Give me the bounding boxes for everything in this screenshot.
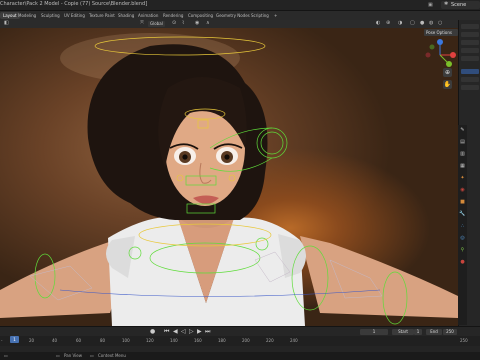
falloff-icon[interactable]: ∧ [206,20,210,26]
tab-uv-editing[interactable]: UV Editing [64,12,85,19]
ruler-tick: 240 [290,338,298,343]
timeline-header: ● ⏮ ◀ ◁ ▷ ▶ ⏭ 1 Start 1 End 250 [0,326,480,336]
zoom-icon[interactable]: ⊕ [443,68,452,77]
ruler-tick: 160 [194,338,202,343]
mouse-middle-icon: ▭ [56,353,60,358]
jump-end-icon[interactable]: ⏭ [205,328,210,336]
world-tab-icon[interactable]: ◉ [459,187,466,194]
ruler-tick: 140 [170,338,178,343]
pose-options-dropdown[interactable]: Pose Options [424,29,458,36]
scene-tab-icon[interactable]: ✦ [459,175,466,182]
object-tab-icon[interactable]: ■ [459,199,466,206]
ruler-tick: 60 [76,338,82,343]
particles-tab-icon[interactable]: ∴ [459,223,466,230]
scene-icon: ✱ [444,1,449,7]
ruler-tick: 180 [218,338,226,343]
viewport-header: ◧ ⤧ Global ⊙ ⌇ ◉ ∧ ◐ ⊕ ◑ ▢ ● ◍ ○ [0,20,458,28]
tool-tab-icon[interactable]: ✎ [459,127,466,134]
tab-scripting[interactable]: Scripting [251,12,269,19]
ruler-tick: 20 [29,338,35,343]
outliner-row[interactable] [461,85,479,90]
ruler-tick: 120 [146,338,154,343]
mouse-right-icon: ▭ [90,353,94,358]
current-frame-field[interactable]: 1 [360,329,388,335]
outliner-row[interactable] [461,24,479,29]
output-tab-icon[interactable]: ▥ [459,151,466,158]
visibility-icon[interactable]: ◐ [376,20,380,26]
bone-tab-icon[interactable]: ⚲ [459,247,466,254]
status-pan-view: Pan View [64,353,82,358]
tab-compositing[interactable]: Compositing [188,12,213,19]
prev-keyframe-icon[interactable]: ◀ [173,328,178,335]
start-frame-field[interactable]: 1 [414,329,422,335]
end-frame-label: End [426,329,442,335]
3d-viewport[interactable]: Pose Options ⊕ ✋ [0,28,458,326]
ruler-tick: 220 [266,338,274,343]
character-render [0,33,458,326]
end-frame-field[interactable]: 250 [443,329,457,335]
tab-texture-paint[interactable]: Texture Paint [89,12,115,19]
workspace-tabs: Layout Modeling Sculpting UV Editing Tex… [0,11,480,20]
record-icon[interactable]: ● [150,328,155,335]
outliner-row[interactable] [461,40,479,45]
navigation-gizmo[interactable] [423,38,457,72]
playhead[interactable]: 1 [10,336,19,343]
mouse-left-icon: ▭ [4,353,8,358]
xray-icon[interactable]: ▢ [410,20,415,26]
ruler-tick: - [1,338,3,343]
window-title: Character\Pack 2 Model - Copie (77) Sour… [0,1,148,7]
scene-label: Scene [451,2,467,8]
outliner-row[interactable] [461,56,479,61]
tab-sculpting[interactable]: Sculpting [41,12,60,19]
tab-shading[interactable]: Shading [118,12,134,19]
snap-icon[interactable]: ⌇ [182,20,184,26]
orientation-dropdown[interactable]: Global [148,21,165,27]
ruler-tick: 80 [100,338,106,343]
status-context-menu: Context Menu [98,353,126,358]
modifier-tab-icon[interactable]: 🔧 [459,211,466,218]
properties-tabs: ✎ ▤ ▥ ▦ ✦ ◉ ■ 🔧 ∴ ◎ ⚲ ● [458,125,467,325]
shading-material-icon[interactable]: ◍ [429,20,433,26]
camera-icon[interactable]: ▣ [428,2,433,8]
tab-layout[interactable]: Layout [0,12,20,19]
tab-modeling[interactable]: Modeling [18,12,36,19]
frame-ruler[interactable]: - 20 40 60 80 100 120 140 160 180 200 22… [0,336,480,346]
overlay-icon[interactable]: ◑ [398,20,402,26]
scene-selector[interactable]: ✱ Scene [441,1,480,9]
ruler-tick: 200 [242,338,250,343]
add-workspace-button[interactable]: + [274,12,277,19]
title-bar: Character\Pack 2 Model - Copie (77) Sour… [0,0,480,11]
outliner-row[interactable] [461,32,479,37]
physics-tab-icon[interactable]: ◎ [459,235,466,242]
view-layer-tab-icon[interactable]: ▦ [459,163,466,170]
render-tab-icon[interactable]: ▤ [459,139,466,146]
start-frame-label: Start [392,329,414,335]
status-bar: ▭ ▭ Pan View ▭ Context Menu [0,352,480,360]
shading-rendered-icon[interactable]: ○ [438,20,442,26]
proportional-edit-icon[interactable]: ◉ [195,20,199,26]
gizmo-toggle-icon[interactable]: ⊕ [386,20,390,26]
pan-hand-icon[interactable]: ✋ [443,80,452,89]
tab-rendering[interactable]: Rendering [163,12,183,19]
tab-animation[interactable]: Animation [138,12,158,19]
outliner-row[interactable] [461,48,479,53]
ruler-tick: 250 [460,338,468,343]
next-keyframe-icon[interactable]: ▶ [197,328,202,335]
pivot-icon[interactable]: ⊙ [172,20,176,26]
shading-solid-icon[interactable]: ● [420,20,424,26]
viewport-nav-tools: ⊕ ✋ [443,68,453,92]
blender-window: Character\Pack 2 Model - Copie (77) Sour… [0,0,480,360]
outliner-row[interactable] [461,77,479,82]
material-tab-icon[interactable]: ● [459,259,466,266]
outliner-row-selected[interactable] [461,69,479,74]
transform-orientation-icon: ⤧ [140,20,145,26]
play-reverse-icon[interactable]: ◁ [181,328,186,335]
editor-type-icon[interactable]: ◧ [4,20,9,26]
tab-geometry-nodes[interactable]: Geometry Nodes [216,12,250,19]
play-icon[interactable]: ▷ [189,328,194,335]
ruler-tick: 40 [52,338,58,343]
jump-start-icon[interactable]: ⏮ [164,328,169,336]
ruler-tick: 100 [122,338,130,343]
